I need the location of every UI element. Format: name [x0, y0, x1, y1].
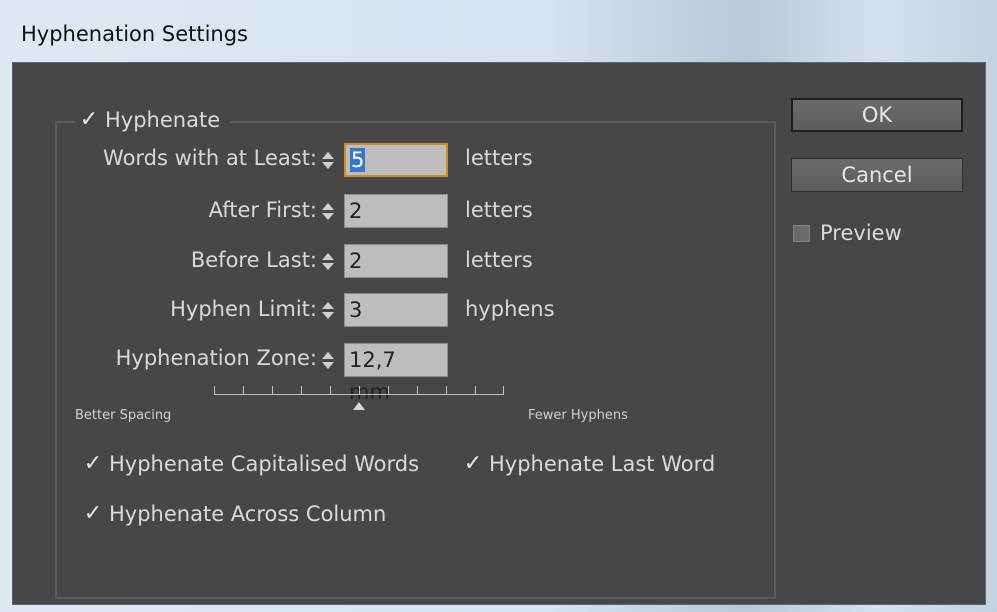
words-min-unit: letters	[465, 146, 533, 170]
words-min-label: Words with at Least:	[103, 146, 317, 170]
hyphen-limit-unit: hyphens	[465, 297, 555, 321]
words-min-field[interactable]: 5	[344, 143, 448, 177]
dialog-window: Hyphenation Settings ✓ Hyphenate Words w…	[0, 0, 997, 612]
capitalised-checkbox[interactable]: ✓ Hyphenate Capitalised Words	[83, 452, 419, 476]
ok-button[interactable]: OK	[791, 98, 963, 132]
hyphenation-zone-label: Hyphenation Zone:	[115, 346, 317, 370]
after-first-unit: letters	[465, 198, 533, 222]
spinner-arrows-icon[interactable]	[318, 344, 338, 376]
slider-right-label: Fewer Hyphens	[528, 408, 628, 423]
checkmark-icon: ✓	[79, 107, 99, 132]
after-first-field[interactable]: 2	[344, 194, 448, 228]
hyphen-limit-label: Hyphen Limit:	[170, 297, 317, 321]
triangle-up-icon[interactable]	[353, 402, 365, 410]
spinner-arrows-icon[interactable]	[318, 245, 338, 277]
last-word-checkbox[interactable]: ✓ Hyphenate Last Word	[463, 452, 715, 476]
preview-label: Preview	[820, 221, 902, 245]
last-word-label: Hyphenate Last Word	[489, 452, 716, 476]
across-column-checkbox[interactable]: ✓ Hyphenate Across Column	[83, 501, 387, 526]
spinner-arrows-icon[interactable]	[318, 294, 338, 326]
checkmark-icon: ✓	[83, 451, 103, 476]
dialog-body: ✓ Hyphenate Words with at Least: 5 lette…	[12, 62, 986, 605]
after-first-label: After First:	[208, 198, 317, 222]
spinner-arrows-icon[interactable]	[318, 195, 338, 227]
window-title: Hyphenation Settings	[21, 22, 248, 46]
hyphenation-zone-field[interactable]: 12,7 mm	[344, 343, 448, 404]
hyphenate-label: Hyphenate	[105, 108, 221, 132]
spinner-arrows-icon[interactable]	[318, 144, 338, 176]
title-bar[interactable]: Hyphenation Settings	[0, 0, 997, 62]
before-last-field[interactable]: 2	[344, 244, 448, 278]
checkmark-icon: ✓	[83, 501, 103, 526]
before-last-label: Before Last:	[190, 248, 317, 272]
empty-checkbox-icon	[793, 224, 810, 242]
before-last-unit: letters	[465, 248, 533, 272]
capitalised-label: Hyphenate Capitalised Words	[109, 452, 420, 476]
preview-checkbox[interactable]: Preview	[793, 221, 902, 245]
cancel-button[interactable]: Cancel	[791, 158, 963, 192]
hyphenate-checkbox[interactable]: ✓ Hyphenate	[75, 103, 231, 137]
slider-left-label: Better Spacing	[75, 408, 172, 423]
checkmark-icon: ✓	[463, 451, 483, 476]
hyphen-limit-field[interactable]: 3	[344, 293, 448, 327]
across-column-label: Hyphenate Across Column	[109, 502, 387, 526]
